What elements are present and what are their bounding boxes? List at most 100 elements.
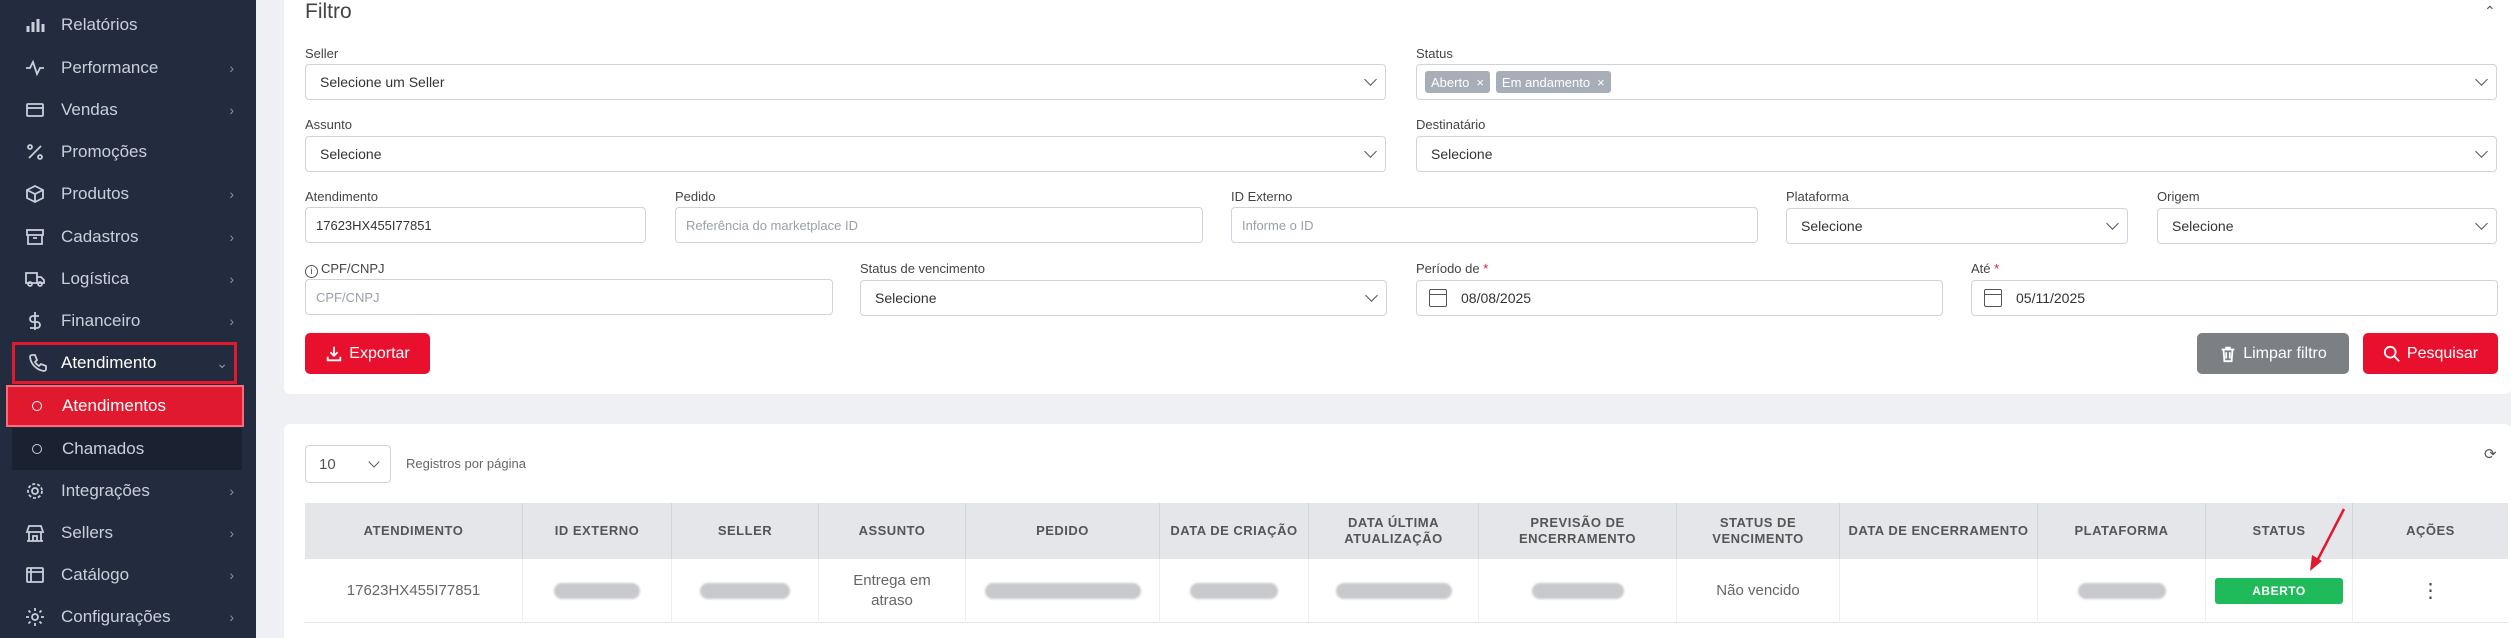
ate-input[interactable]: 05/11/2025 <box>1971 280 2498 316</box>
sidebar-item-label: Integrações <box>61 481 150 500</box>
box-icon <box>24 183 46 205</box>
column-header[interactable]: ASSUNTO <box>819 503 966 559</box>
sidebar-item-integracoes[interactable]: Integrações › <box>0 470 256 512</box>
refresh-icon[interactable]: ⟳ <box>2484 445 2497 463</box>
cell-data-atualizacao <box>1309 559 1479 623</box>
cell-assunto: Entrega em atraso <box>819 559 966 623</box>
redacted-value <box>1190 583 1278 599</box>
column-header[interactable]: DATA DE ENCERRAMENTO <box>1840 503 2038 559</box>
status-tag[interactable]: Aberto × <box>1425 71 1490 93</box>
cpf-input[interactable]: CPF/CNPJ <box>305 279 833 315</box>
column-header[interactable]: ATENDIMENTO <box>305 503 523 559</box>
chevron-right-icon: › <box>229 609 234 625</box>
column-header[interactable]: STATUS DE VENCIMENTO <box>1677 503 1840 559</box>
circle-icon <box>32 444 42 454</box>
status-vencimento-select[interactable]: Selecione <box>860 280 1387 316</box>
close-icon[interactable]: × <box>1597 75 1605 90</box>
sidebar-item-label: Sellers <box>61 523 113 542</box>
status-tag[interactable]: Em andamento × <box>1495 71 1611 93</box>
status-multiselect[interactable]: Aberto × Em andamento × <box>1416 64 2497 100</box>
pedido-input[interactable]: Referência do marketplace ID <box>675 207 1203 243</box>
column-header[interactable]: PEDIDO <box>966 503 1160 559</box>
column-header[interactable]: PLATAFORMA <box>2038 503 2206 559</box>
close-icon[interactable]: × <box>1476 75 1484 90</box>
required-mark: * <box>1483 261 1489 276</box>
column-header[interactable]: AÇÕES <box>2353 503 2508 559</box>
filter-title: Filtro <box>305 0 352 23</box>
status-label: Status <box>1416 46 1453 61</box>
redacted-value <box>1335 583 1452 599</box>
activity-icon <box>24 57 46 79</box>
status-badge: ABERTO <box>2215 578 2343 604</box>
clear-filter-button-label: Limpar filtro <box>2243 344 2327 362</box>
search-icon <box>2383 345 2400 362</box>
chevron-down-icon <box>2106 217 2119 230</box>
sidebar-item-sellers[interactable]: Sellers › <box>0 512 256 554</box>
store-icon <box>24 522 46 544</box>
sidebar-item-cadastros[interactable]: Cadastros › <box>0 216 256 258</box>
origem-label: Origem <box>2157 189 2200 204</box>
sidebar-item-label: Promoções <box>61 142 147 161</box>
sidebar-item-financeiro[interactable]: Financeiro › <box>0 300 256 342</box>
chevron-down-icon <box>1365 289 1378 302</box>
sidebar-item-promocoes[interactable]: Promoções <box>0 131 256 173</box>
chevron-down-icon <box>368 456 380 468</box>
sidebar-item-relatorios[interactable]: Relatórios <box>0 4 256 46</box>
plataforma-select-value: Selecione <box>1801 218 1863 234</box>
sidebar-item-catalogo[interactable]: Catálogo › <box>0 554 256 596</box>
chevron-down-icon <box>2475 145 2488 158</box>
per-page-label: Registros por página <box>406 456 526 471</box>
column-header[interactable]: SELLER <box>672 503 819 559</box>
sidebar-subitem-label: Chamados <box>62 439 145 458</box>
sidebar-item-vendas[interactable]: Vendas › <box>0 89 256 131</box>
sidebar-item-label: Produtos <box>61 184 130 203</box>
column-header[interactable]: ID EXTERNO <box>523 503 672 559</box>
ate-label: Até * <box>1971 261 1999 276</box>
chevron-right-icon: › <box>229 60 234 76</box>
cell-acoes: ⋮ <box>2353 559 2508 623</box>
periodo-de-input[interactable]: 08/08/2025 <box>1416 280 1943 316</box>
settings-icon <box>24 606 46 628</box>
column-header[interactable]: DATA DE CRIAÇÃO <box>1160 503 1309 559</box>
id-externo-input[interactable]: Informe o ID <box>1231 207 1758 243</box>
chevron-up-icon[interactable]: ⌃ <box>2484 3 2496 20</box>
redacted-value <box>700 583 790 599</box>
assunto-label: Assunto <box>305 117 352 132</box>
kebab-menu-icon[interactable]: ⋮ <box>2421 581 2441 601</box>
pedido-label: Pedido <box>675 189 716 204</box>
cell-atendimento[interactable]: 17623HX455I77851 <box>305 559 523 623</box>
plataforma-select[interactable]: Selecione <box>1786 208 2128 244</box>
atendimento-input[interactable]: 17623HX455I77851 <box>305 207 646 243</box>
sidebar-item-configuracoes[interactable]: Configurações › <box>0 596 256 638</box>
destinatario-select[interactable]: Selecione <box>1416 136 2497 172</box>
sidebar-subitem-chamados[interactable]: Chamados <box>12 428 242 470</box>
sidebar-subitem-label: Atendimentos <box>62 396 166 415</box>
redacted-value <box>554 583 640 599</box>
dollar-icon <box>24 310 46 332</box>
atendimento-label: Atendimento <box>305 189 378 204</box>
column-header[interactable]: DATA ÚLTIMA ATUALIZAÇÃO <box>1309 503 1479 559</box>
sidebar-item-atendimento[interactable]: Atendimento ⌄ <box>12 342 237 384</box>
search-button[interactable]: Pesquisar <box>2363 333 2498 374</box>
chevron-right-icon: › <box>229 483 234 499</box>
sidebar-item-logistica[interactable]: Logística › <box>0 258 256 300</box>
assunto-select[interactable]: Selecione <box>305 136 1386 172</box>
sidebar-subitem-atendimentos[interactable]: Atendimentos <box>6 385 244 427</box>
per-page-select[interactable]: 10 <box>305 445 391 483</box>
origem-select[interactable]: Selecione <box>2157 208 2497 244</box>
sidebar-item-performance[interactable]: Performance › <box>0 47 256 89</box>
seller-select[interactable]: Selecione um Seller <box>305 64 1386 100</box>
sidebar-item-label: Logística <box>61 269 130 288</box>
clear-filter-button[interactable]: Limpar filtro <box>2197 333 2349 374</box>
calendar-icon <box>1984 289 2002 307</box>
id-externo-label: ID Externo <box>1231 189 1293 204</box>
chevron-down-icon <box>1364 73 1377 86</box>
download-icon <box>327 346 342 361</box>
sidebar-item-produtos[interactable]: Produtos › <box>0 173 256 215</box>
truck-icon <box>24 268 46 290</box>
sidebar-item-label: Cadastros <box>61 227 139 246</box>
status-tag-label: Aberto <box>1431 74 1470 90</box>
percent-icon <box>24 141 46 163</box>
export-button[interactable]: Exportar <box>305 333 430 374</box>
column-header[interactable]: PREVISÃO DE ENCERRAMENTO <box>1479 503 1677 559</box>
